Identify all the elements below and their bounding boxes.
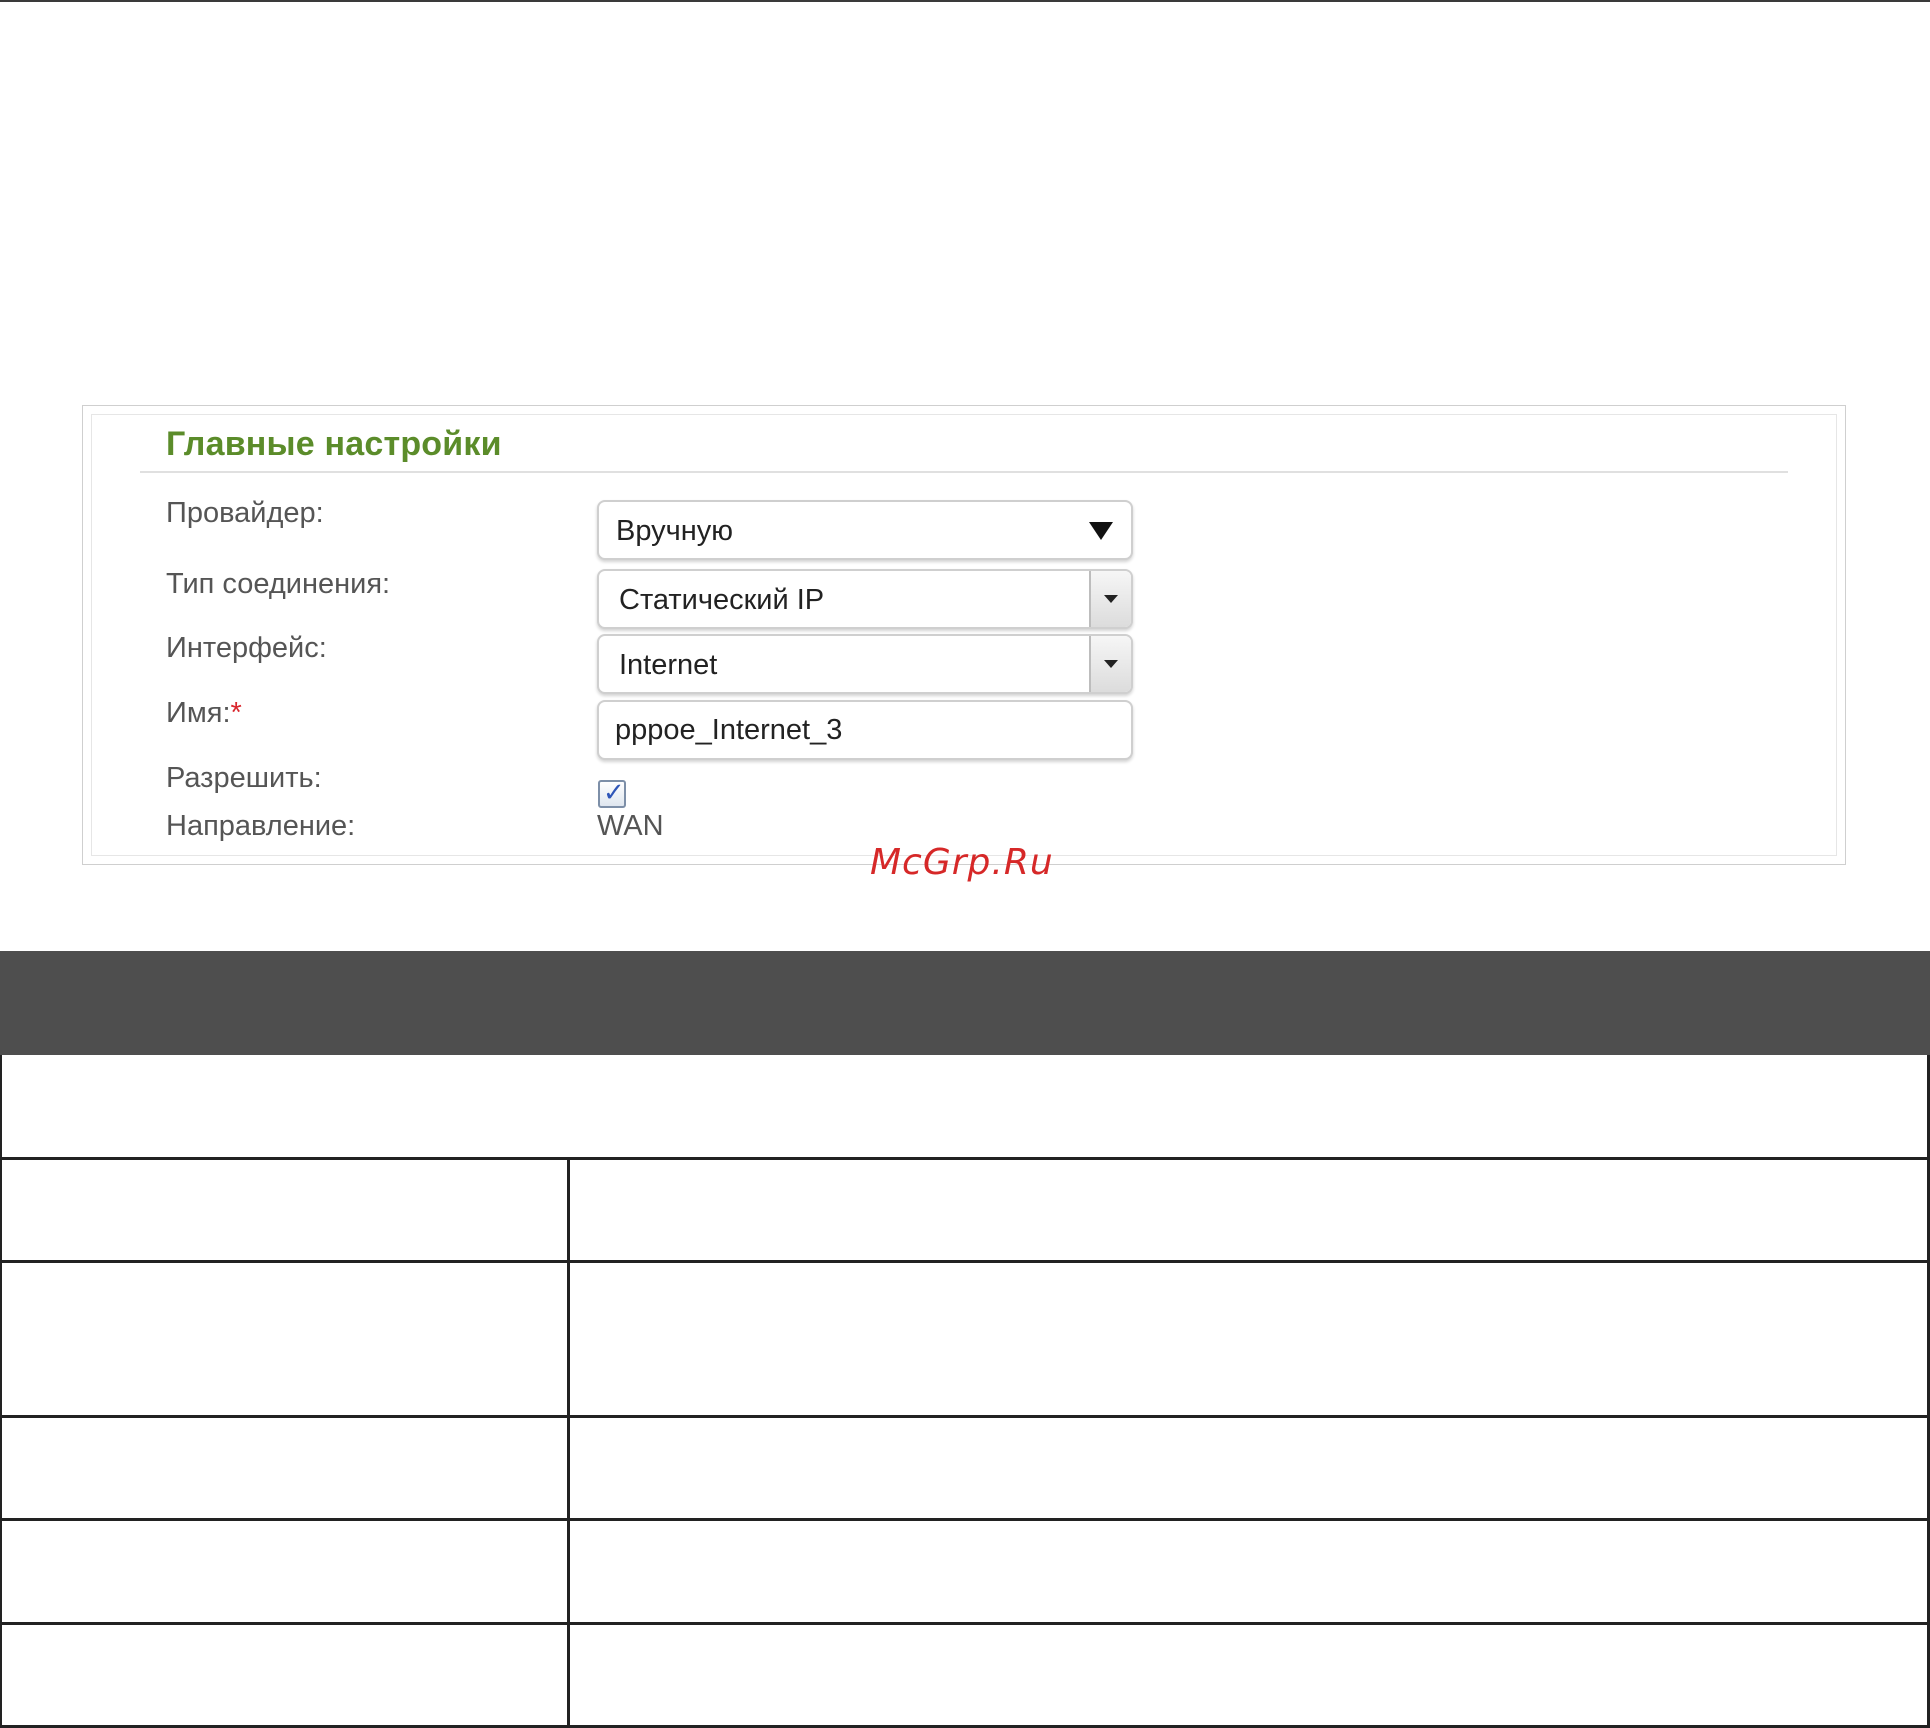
watermark-text: McGrp.Ru: [870, 842, 1054, 883]
table-row-divider: [0, 1260, 1930, 1263]
top-divider: [0, 0, 1930, 2]
interface-label: Интерфейс:: [166, 632, 327, 664]
description-table: [0, 1055, 1930, 1728]
checkmark-icon: ✓: [603, 778, 625, 808]
table-row-divider: [0, 1415, 1930, 1418]
table-header: [0, 951, 1930, 1055]
table-column-divider: [567, 1157, 570, 1725]
direction-label: Направление:: [166, 810, 356, 842]
name-input[interactable]: [597, 700, 1133, 760]
interface-select[interactable]: Internet: [597, 634, 1133, 694]
table-row-divider: [0, 1518, 1930, 1521]
section-title: Главные настройки: [166, 425, 502, 463]
connection-type-select-value: Статический IP: [619, 584, 825, 616]
dropdown-arrow-icon[interactable]: [1089, 636, 1131, 692]
provider-select-value: Вручную: [616, 515, 734, 547]
required-mark: *: [230, 697, 242, 729]
enable-label: Разрешить:: [166, 762, 322, 794]
provider-select[interactable]: Вручную: [597, 500, 1133, 560]
direction-value: WAN: [597, 810, 664, 842]
connection-type-label: Тип соединения:: [166, 568, 391, 600]
connection-type-select[interactable]: Статический IP: [597, 569, 1133, 629]
name-label: Имя:*: [166, 697, 242, 730]
dropdown-arrow-icon[interactable]: [1089, 571, 1131, 627]
section-divider: [140, 471, 1788, 473]
name-label-text: Имя:: [166, 697, 231, 729]
enable-checkbox[interactable]: ✓: [598, 778, 626, 808]
triangle-down-icon: [1089, 522, 1113, 540]
table-row-divider: [0, 1622, 1930, 1625]
interface-select-value: Internet: [619, 649, 718, 681]
provider-label: Провайдер:: [166, 497, 324, 529]
table-row-divider: [0, 1157, 1930, 1160]
